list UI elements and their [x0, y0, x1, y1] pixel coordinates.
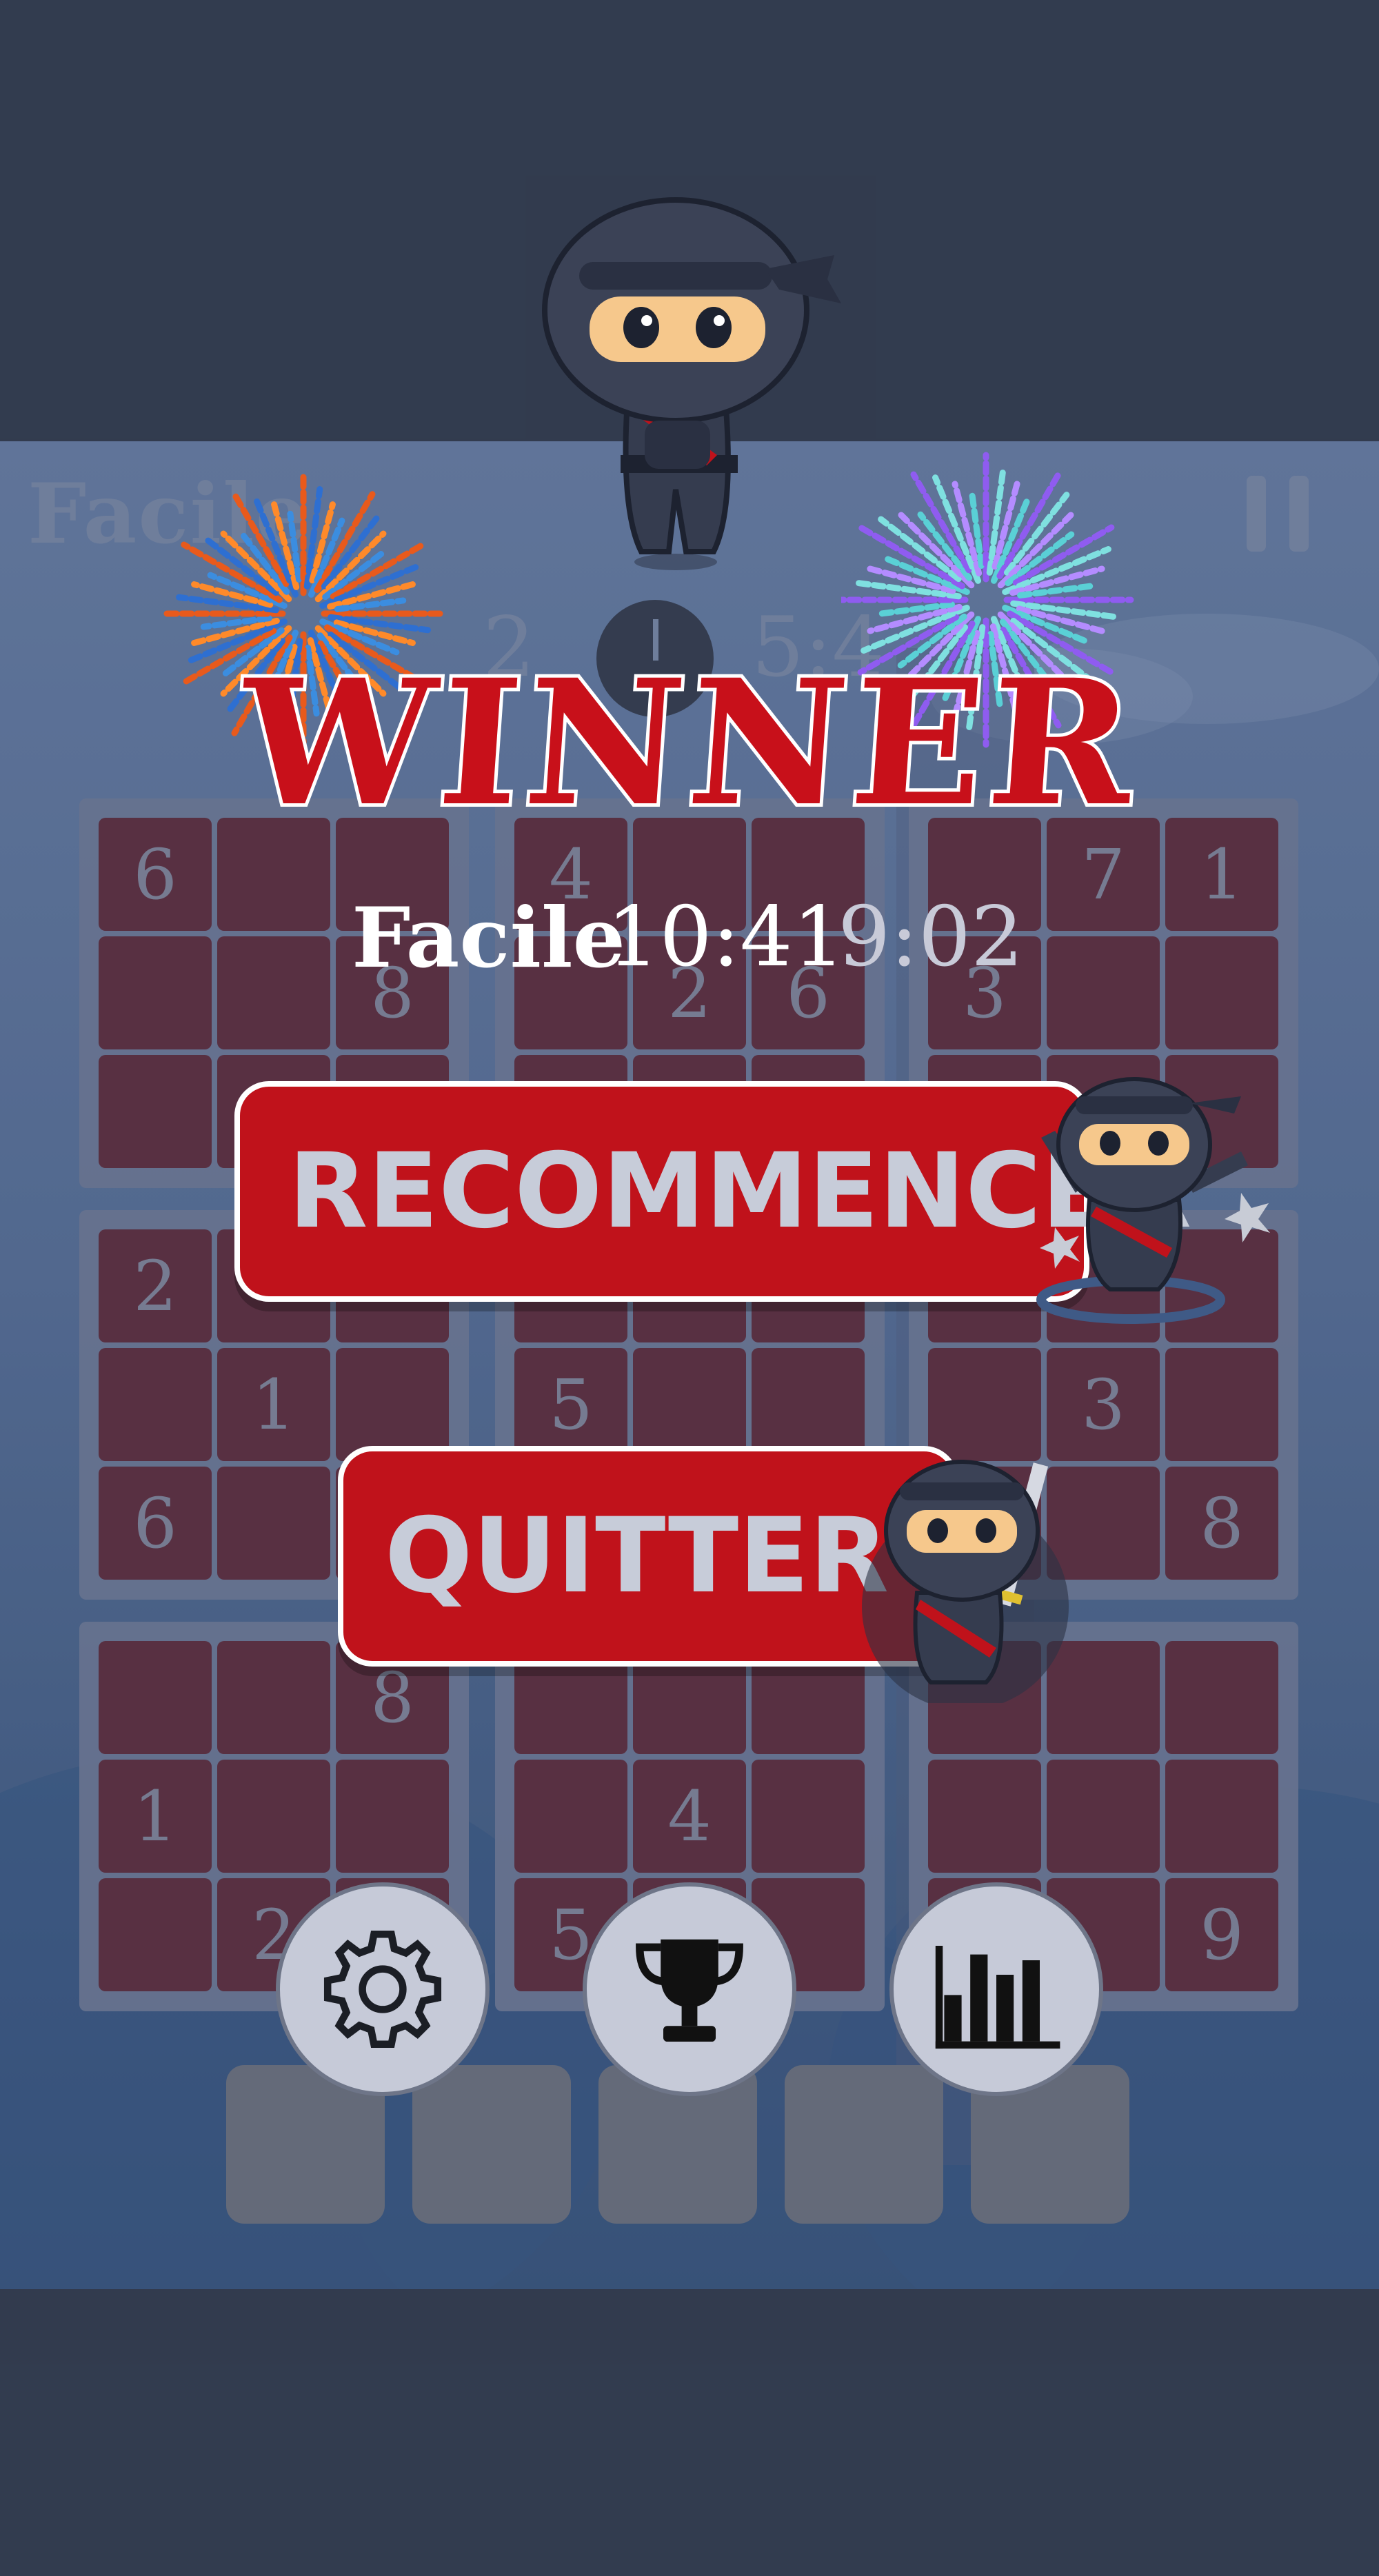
game-screen: Facile 2 5:4 647182637215368814259 WINNE [0, 0, 1379, 2576]
stats-button[interactable] [889, 1882, 1103, 2096]
stats-icon [935, 1946, 1060, 2049]
restart-button[interactable]: RECOMMENCER [234, 1081, 1191, 1302]
result-time: 10:41 [607, 889, 845, 985]
settings-button[interactable] [276, 1882, 490, 2096]
ninja-throwing-icon [1036, 1077, 1270, 1324]
winner-title: WINNER [230, 638, 1149, 847]
quit-button-label: QUITTER [385, 1496, 889, 1616]
trophy-icon [636, 1939, 743, 2042]
trophy-button[interactable] [583, 1882, 796, 2096]
result-level: Facile [352, 889, 625, 987]
ninja-mascot-icon [542, 197, 841, 570]
gear-icon [323, 1930, 442, 2049]
ninja-sword-icon [862, 1460, 1069, 1703]
result-best-time: 9:02 [838, 889, 1024, 985]
